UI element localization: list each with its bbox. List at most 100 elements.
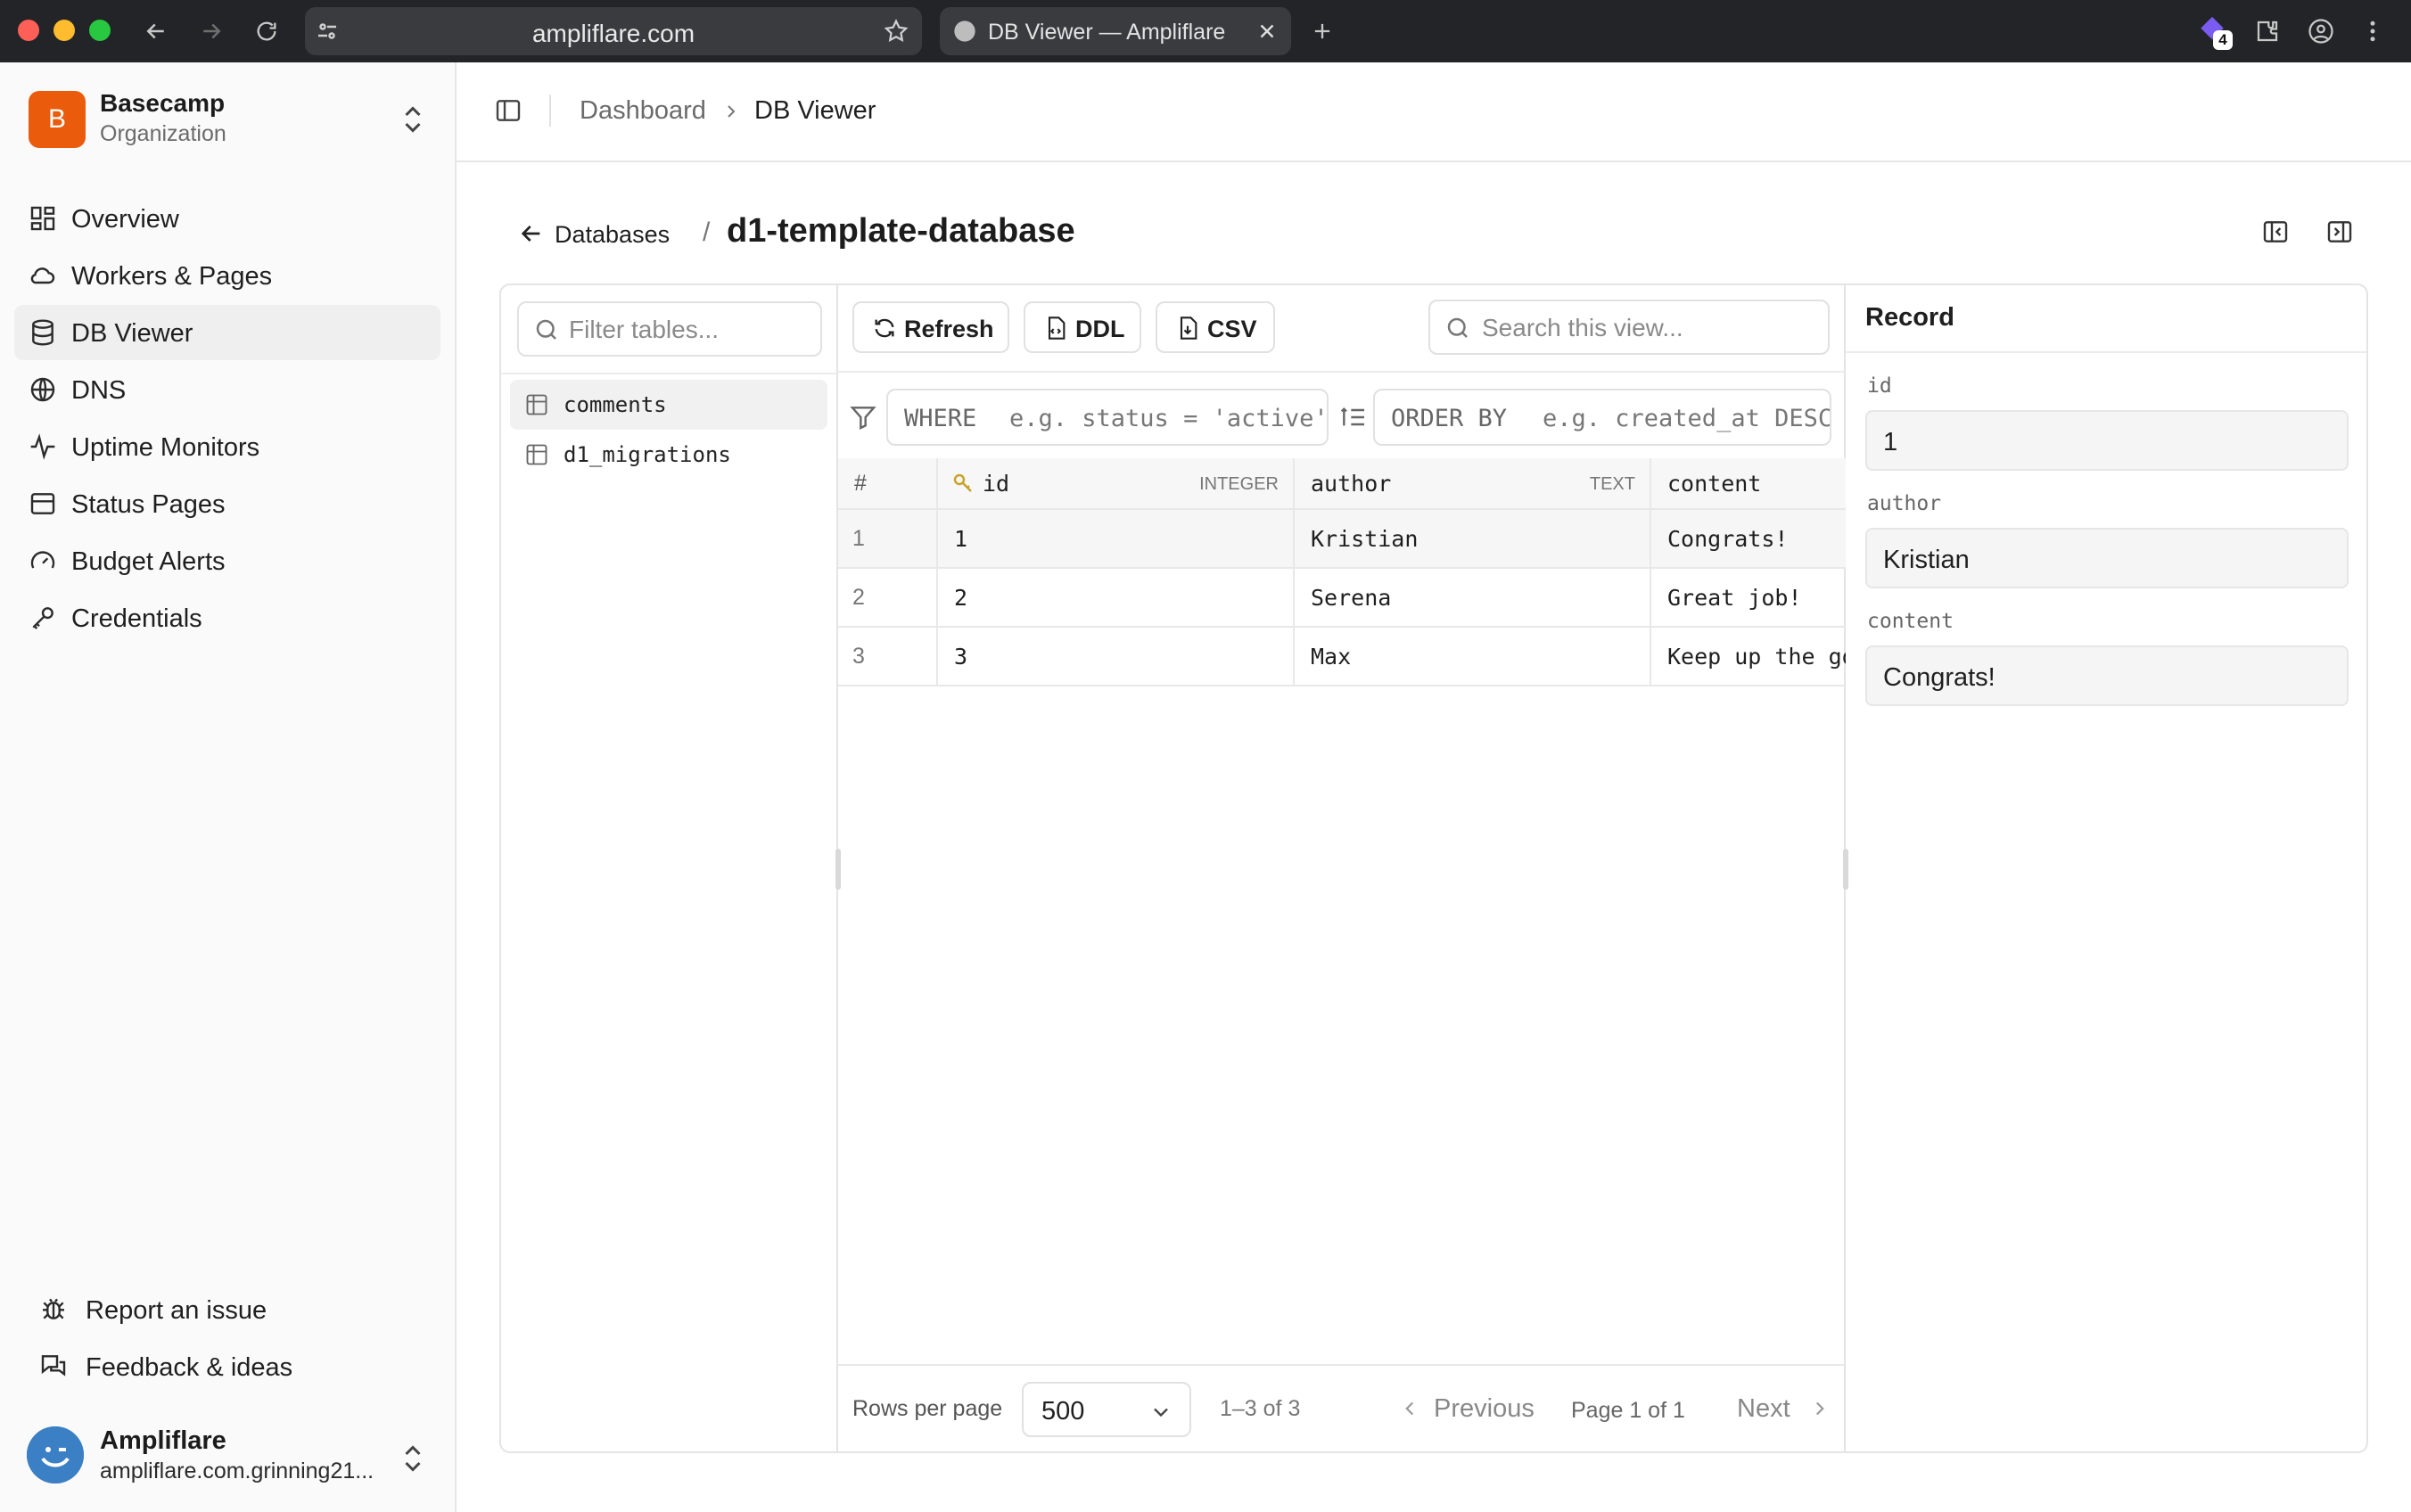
where-clause-input[interactable]: WHERE e.g. status = 'active' — [886, 389, 1329, 446]
sidebar-item-uptime-monitors[interactable]: Uptime Monitors — [14, 419, 440, 474]
table-item-comments[interactable]: comments — [510, 380, 827, 430]
bookmark-star-icon[interactable] — [883, 18, 909, 45]
table-item-d1-migrations[interactable]: d1_migrations — [510, 430, 827, 480]
more-menu-icon[interactable] — [2354, 12, 2391, 50]
back-label: Databases — [555, 221, 671, 248]
record-field-value: Kristian — [1883, 546, 1970, 574]
record-title: Record — [1865, 303, 1954, 332]
content-cell[interactable]: Great job! — [1651, 569, 1846, 626]
content-cell[interactable]: Keep up the good work! — [1651, 628, 1846, 685]
record-pane: Record id 1 author Kristian content Cong… — [1846, 285, 2366, 1451]
author-cell[interactable]: Max — [1295, 628, 1651, 685]
table-row[interactable]: 3 3 Max Keep up the good work! — [838, 628, 1846, 686]
sidebar-toggle-icon[interactable] — [494, 96, 523, 125]
resize-handle-left[interactable] — [835, 849, 841, 890]
search-icon — [533, 316, 560, 343]
sidebar-item-overview[interactable]: Overview — [14, 191, 440, 246]
previous-label: Previous — [1434, 1394, 1535, 1423]
org-switcher[interactable]: B Basecamp Organization — [0, 62, 455, 178]
close-window-button[interactable] — [18, 20, 39, 41]
org-name: Basecamp — [100, 89, 226, 117]
row-number-cell: 2 — [838, 569, 938, 626]
search-view-input[interactable] — [1482, 310, 1821, 346]
sidebar-item-label: DB Viewer — [71, 319, 193, 348]
sidebar-item-db-viewer[interactable]: DB Viewer — [14, 305, 440, 360]
cell-value: 3 — [954, 644, 968, 670]
column-header-author[interactable]: author TEXT — [1295, 458, 1651, 508]
filter-tables-input[interactable] — [569, 312, 810, 348]
table-row[interactable]: 1 1 Kristian Congrats! — [838, 510, 1846, 569]
column-name: id — [983, 471, 1010, 497]
minimize-window-button[interactable] — [53, 20, 75, 41]
report-issue-link[interactable]: Report an issue — [27, 1287, 437, 1332]
search-view-field[interactable] — [1428, 300, 1830, 355]
header-divider — [549, 94, 551, 127]
sidebar-item-workers-pages[interactable]: Workers & Pages — [14, 248, 440, 303]
divider — [1846, 351, 2366, 353]
row-number: 2 — [852, 585, 865, 610]
author-cell[interactable]: Kristian — [1295, 510, 1651, 567]
toggle-right-panel-icon[interactable] — [2325, 218, 2356, 248]
rows-per-page-label: Rows per page — [852, 1396, 1003, 1421]
forward-icon[interactable] — [193, 12, 230, 50]
filter-tables-field[interactable] — [517, 301, 822, 357]
chevron-right-icon — [1808, 1396, 1831, 1421]
sidebar-item-label: Credentials — [71, 604, 202, 633]
record-field-id[interactable]: 1 — [1865, 410, 2349, 471]
new-tab-icon[interactable] — [1304, 12, 1341, 50]
sidebar-item-status-pages[interactable]: Status Pages — [14, 476, 440, 531]
toggle-left-panel-icon[interactable] — [2261, 218, 2292, 248]
title-separator: / — [703, 218, 711, 247]
order-by-input[interactable]: ORDER BY e.g. created_at DESC — [1373, 389, 1831, 446]
column-header-id[interactable]: id INTEGER — [938, 458, 1295, 508]
address-bar[interactable]: ampliflare.com — [305, 7, 922, 55]
sidebar-item-budget-alerts[interactable]: Budget Alerts — [14, 533, 440, 588]
bug-icon — [39, 1294, 68, 1323]
content-cell[interactable]: Congrats! — [1651, 510, 1846, 567]
record-field-author[interactable]: Kristian — [1865, 528, 2349, 588]
breadcrumb-dashboard[interactable]: Dashboard — [580, 96, 706, 126]
refresh-button[interactable]: Refresh — [852, 301, 1009, 353]
rows-per-page-value: 500 — [1041, 1397, 1085, 1426]
user-menu[interactable]: Ampliflare ampliflare.com.grinning21... — [0, 1409, 455, 1507]
profile-icon[interactable] — [2302, 12, 2340, 50]
chevron-left-icon — [1398, 1396, 1421, 1421]
column-type: TEXT — [1589, 474, 1635, 494]
cell-value: Congrats! — [1667, 526, 1789, 552]
cloud-icon — [29, 261, 57, 290]
record-field-label: id — [1867, 374, 1892, 398]
reload-icon[interactable] — [248, 12, 285, 50]
back-icon[interactable] — [137, 12, 175, 50]
feedback-link[interactable]: Feedback & ideas — [27, 1344, 437, 1389]
ddl-button[interactable]: DDL — [1024, 301, 1141, 353]
sidebar-item-label: Workers & Pages — [71, 262, 273, 291]
record-field-content[interactable]: Congrats! — [1865, 645, 2349, 706]
zoom-window-button[interactable] — [89, 20, 111, 41]
cell-value: Kristian — [1311, 526, 1419, 552]
column-name: author — [1311, 471, 1392, 497]
sidebar-item-label: Status Pages — [71, 490, 226, 519]
browser-toolbar: ampliflare.com DB Viewer — Ampliflare 4 — [0, 0, 2411, 62]
gauge-icon — [29, 546, 57, 575]
sidebar-item-credentials[interactable]: Credentials — [14, 590, 440, 645]
user-name: Ampliflare — [100, 1426, 226, 1455]
extension-icon[interactable]: 4 — [2197, 14, 2233, 50]
id-cell[interactable]: 3 — [938, 628, 1295, 685]
csv-button[interactable]: CSV — [1156, 301, 1275, 353]
column-header-content[interactable]: content — [1651, 458, 1846, 508]
rows-per-page-select[interactable]: 500 — [1022, 1382, 1191, 1437]
close-tab-icon[interactable] — [1255, 20, 1279, 43]
cell-value: Keep up the good work! — [1667, 644, 1846, 670]
browser-tab[interactable]: DB Viewer — Ampliflare — [940, 7, 1291, 55]
id-cell[interactable]: 2 — [938, 569, 1295, 626]
author-cell[interactable]: Serena — [1295, 569, 1651, 626]
sidebar-item-dns[interactable]: DNS — [14, 362, 440, 417]
id-cell[interactable]: 1 — [938, 510, 1295, 567]
cell-value: Serena — [1311, 585, 1392, 611]
pagination-bar: Rows per page 500 1–3 of 3 Previous Page… — [838, 1364, 1844, 1451]
extensions-puzzle-icon[interactable] — [2249, 12, 2286, 50]
table-row[interactable]: 2 2 Serena Great job! — [838, 569, 1846, 628]
globe-icon — [952, 19, 977, 44]
file-download-icon — [1175, 316, 1200, 341]
feedback-label: Feedback & ideas — [86, 1353, 293, 1382]
